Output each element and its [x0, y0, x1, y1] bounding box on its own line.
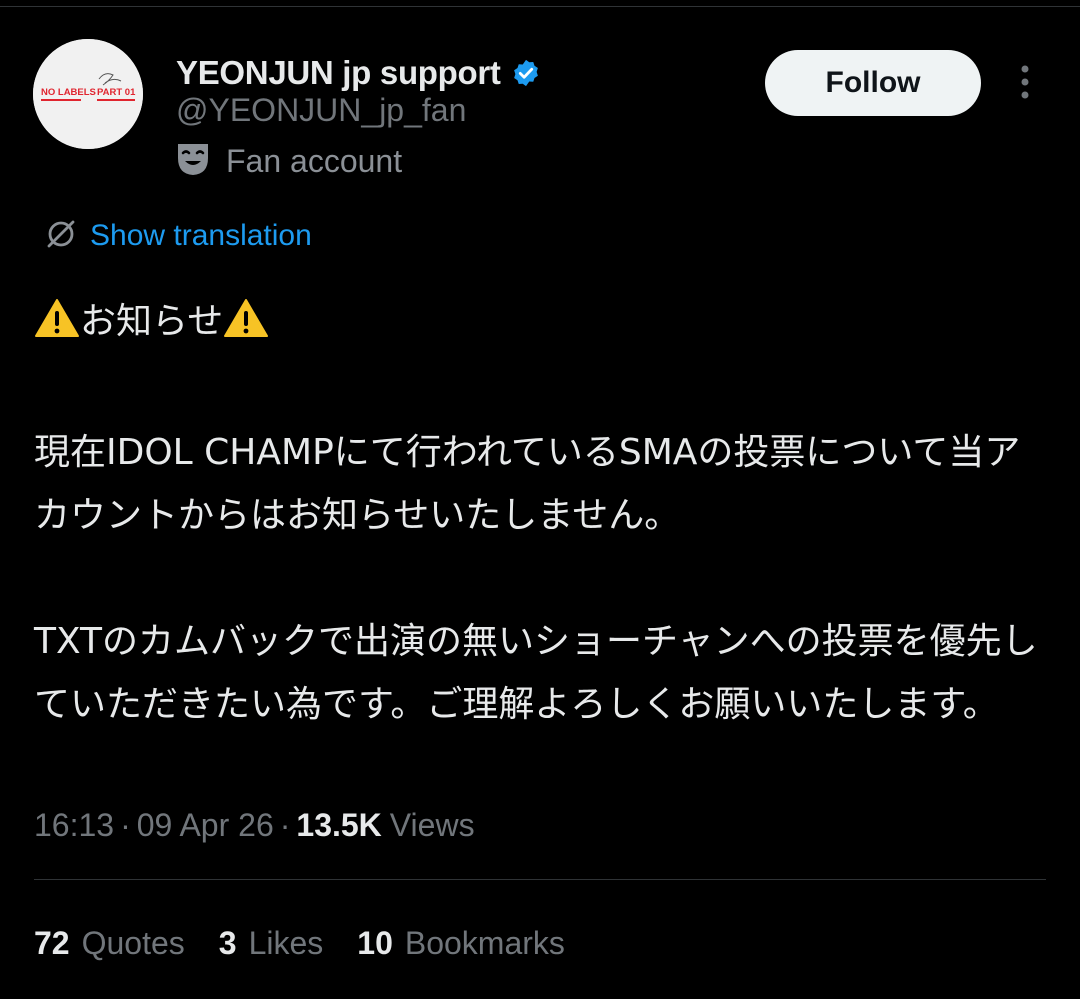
meta-separator: · [120, 806, 131, 843]
tweet-meta: 16:13 · 09 Apr 26 · 13.5K Views [34, 803, 475, 847]
avatar[interactable]: NO LABELS PART 01 [33, 39, 143, 149]
meta-separator: · [279, 806, 291, 843]
tweet-paragraph: 現在IDOL CHAMPにて行われているSMAの投票について当アカウントからはお… [34, 432, 1021, 536]
more-options-button[interactable] [1005, 62, 1045, 106]
likes-stat[interactable]: 3 Likes [219, 925, 324, 962]
show-translation-label[interactable]: Show translation [90, 219, 312, 253]
views-count[interactable]: 13.5K [296, 807, 381, 844]
warning-icon [34, 295, 80, 358]
account-type-label: Fan account [226, 142, 403, 179]
views-label: Views [389, 806, 475, 843]
show-translation-link[interactable]: Show translation [44, 214, 312, 258]
tweet-text: お知らせ 現在IDOL CHAMPにて行われているSMAの投票について当アカウン… [34, 290, 1046, 736]
stat-label: Likes [248, 924, 324, 961]
user-handle[interactable]: @YEONJUN_jp_fan [176, 92, 466, 129]
stat-count: 3 [218, 924, 237, 961]
stat-label: Bookmarks [404, 924, 565, 961]
top-divider [0, 6, 1080, 7]
avatar-text-left: NO LABELS [41, 87, 96, 98]
tweet-heading: お知らせ [80, 301, 224, 342]
stat-count: 10 [357, 924, 393, 961]
engagement-stats: 72 Quotes 3 Likes 10 Bookmarks [34, 921, 599, 965]
avatar-text-right: PART 01 [97, 87, 136, 98]
more-vertical-icon [1020, 64, 1030, 105]
stat-count: 72 [34, 924, 70, 961]
tweet-time[interactable]: 16:13 [34, 807, 114, 844]
translate-globe-icon [44, 217, 78, 256]
author-name-row[interactable]: YEONJUN jp support [176, 50, 541, 96]
theater-mask-icon [176, 141, 210, 182]
quotes-stat[interactable]: 72 Quotes [34, 925, 185, 962]
avatar-image: NO LABELS PART 01 [33, 39, 143, 149]
tweet-heading-line: お知らせ [34, 290, 1046, 358]
follow-button[interactable]: Follow [765, 50, 981, 116]
bookmarks-stat[interactable]: 10 Bookmarks [357, 925, 565, 962]
verified-badge-icon [511, 58, 541, 88]
display-name[interactable]: YEONJUN jp support [176, 54, 501, 92]
stats-divider [34, 879, 1046, 880]
warning-icon [223, 295, 269, 358]
account-type-row: Fan account [176, 140, 402, 182]
tweet-paragraph: TXTのカムバックで出演の無いショーチャンへの投票を優先していただきたい為です。… [34, 621, 1038, 725]
tweet-date[interactable]: 09 Apr 26 [137, 807, 274, 844]
stat-label: Quotes [81, 924, 185, 961]
